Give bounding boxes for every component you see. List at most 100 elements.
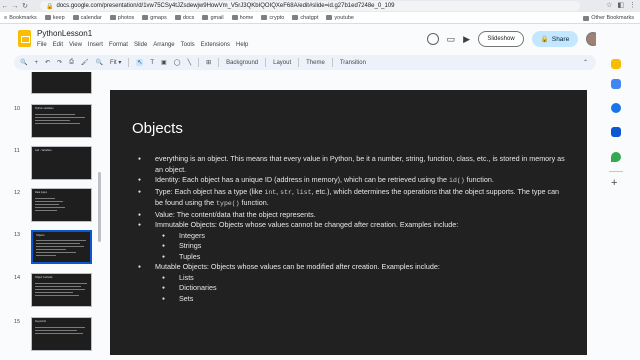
menu-edit[interactable]: Edit: [53, 42, 63, 48]
bookmark-youtube[interactable]: youtube: [326, 15, 354, 21]
select-icon[interactable]: ↖: [136, 59, 144, 66]
slide-thumbnail[interactable]: Data types: [31, 188, 92, 222]
bookmark-gmail[interactable]: gmail: [202, 15, 224, 21]
menu-icon[interactable]: ⋮: [629, 1, 636, 9]
menu-file[interactable]: File: [37, 42, 47, 48]
slide-thumbnail[interactable]: [31, 72, 92, 94]
tasks-icon[interactable]: [611, 103, 621, 113]
maps-icon[interactable]: [611, 152, 621, 162]
back-icon[interactable]: ←: [0, 3, 10, 10]
collapse-toolbar-icon[interactable]: ⌃: [583, 59, 588, 66]
forward-icon[interactable]: →: [10, 3, 20, 10]
add-addon-icon[interactable]: +: [611, 177, 617, 189]
app-header: PythonLesson1 File Edit View Insert Form…: [0, 25, 600, 55]
comment-add-icon[interactable]: ⊞: [206, 59, 211, 66]
paint-format-icon[interactable]: 🖌: [81, 59, 89, 66]
image-icon[interactable]: ▣: [161, 59, 167, 66]
thumbnail-text-line: [35, 210, 57, 211]
slide-number: 10: [14, 106, 21, 112]
menu-insert[interactable]: Insert: [88, 42, 103, 48]
share-button[interactable]: 🔒 Share: [532, 31, 578, 47]
menu-view[interactable]: View: [69, 42, 82, 48]
thumbnail-title: Data types: [35, 191, 47, 194]
bookmark-crypto[interactable]: crypto: [261, 15, 284, 21]
menu-extensions[interactable]: Extensions: [201, 42, 230, 48]
slide-number: 13: [14, 232, 21, 238]
url-field[interactable]: 🔒 docs.google.com/presentation/d/1vw75CS…: [40, 1, 580, 11]
slide-thumbnail-row[interactable]: 15 Keywords: [0, 317, 104, 353]
bookmarks-menu[interactable]: ≡ Bookmarks: [4, 15, 37, 21]
slide-title[interactable]: Objects: [132, 120, 183, 137]
bookmark-home[interactable]: home: [231, 15, 253, 21]
new-slide-icon[interactable]: +: [34, 60, 38, 66]
toolbar-divider: [218, 58, 220, 67]
side-panel-divider: [609, 171, 623, 172]
slide-thumbnail-row[interactable]: 10 Python variables: [0, 104, 104, 140]
transition-button[interactable]: Transition: [340, 60, 366, 66]
current-slide[interactable]: Objects everything is an object. This me…: [110, 90, 587, 355]
contacts-icon[interactable]: [611, 127, 621, 137]
thumbnail-title: Keywords: [35, 320, 46, 323]
redo-icon[interactable]: ↷: [57, 59, 62, 66]
sub-bullet-tuples: Tuples: [110, 252, 587, 263]
bullet-identity: Identity: Each object has a unique ID (a…: [110, 175, 587, 187]
other-bookmarks[interactable]: Other Bookmarks: [583, 15, 634, 21]
sub-bullet-dictionaries: Dictionaries: [110, 283, 587, 294]
bookmark-docs[interactable]: docs: [174, 15, 194, 21]
slide-thumbnail-row[interactable]: 11 Lab - Variables: [0, 146, 104, 182]
thumbnail-text-line: [35, 327, 85, 328]
menu-tools[interactable]: Tools: [181, 42, 195, 48]
comment-icon[interactable]: ▭: [447, 34, 456, 45]
reload-icon[interactable]: ↻: [20, 2, 30, 10]
thumbnail-text-line: [35, 204, 59, 205]
zoom-select[interactable]: Fit ▾: [110, 59, 121, 66]
background-button[interactable]: Background: [226, 60, 258, 66]
folder-icon: [72, 15, 79, 20]
text-box-icon[interactable]: T: [150, 60, 154, 66]
slide-thumbnail[interactable]: Python variables: [31, 104, 92, 138]
print-icon[interactable]: ⎙: [69, 59, 74, 66]
history-icon[interactable]: [426, 33, 439, 45]
meet-icon[interactable]: ▶: [463, 34, 470, 45]
slide-thumbnail-row[interactable]: [0, 72, 104, 96]
zoom-icon[interactable]: 🔍: [96, 59, 103, 66]
slide-thumbnail[interactable]: Object methods: [31, 273, 92, 307]
star-icon[interactable]: ☆: [606, 1, 612, 9]
thumbnail-text-line: [35, 295, 79, 296]
line-icon[interactable]: ╲: [187, 59, 191, 66]
thumbnail-text-line: [35, 201, 63, 202]
document-title[interactable]: PythonLesson1: [37, 29, 92, 38]
slide-thumbnail[interactable]: Lab - Variables: [31, 146, 92, 180]
slide-thumbnail-selected[interactable]: Objects: [31, 230, 92, 264]
bookmark-chatgpt[interactable]: chatgpt: [292, 15, 318, 21]
theme-button[interactable]: Theme: [306, 60, 325, 66]
filmstrip-scrollbar[interactable]: [98, 172, 101, 242]
slide-thumbnail-row[interactable]: 14 Object methods: [0, 273, 104, 309]
undo-icon[interactable]: ↶: [45, 59, 50, 66]
slide-body[interactable]: everything is an object. This means that…: [110, 154, 587, 304]
bookmark-photos[interactable]: photos: [109, 15, 134, 21]
bullet-mutable: Mutable Objects: Objects whose values ca…: [110, 262, 587, 273]
slides-logo-icon[interactable]: [18, 30, 31, 47]
menu-format[interactable]: Format: [109, 42, 128, 48]
thumbnail-text-line: [35, 333, 83, 334]
bookmark-keep[interactable]: keep: [44, 15, 65, 21]
menu-slide[interactable]: Slide: [134, 42, 147, 48]
folder-icon: [202, 15, 209, 20]
slideshow-button[interactable]: Slideshow: [478, 31, 524, 47]
slide-thumbnail[interactable]: Keywords: [31, 317, 92, 351]
slide-thumbnail-row[interactable]: 13 Objects: [0, 230, 104, 266]
layout-button[interactable]: Layout: [273, 60, 291, 66]
search-menus-icon[interactable]: 🔍: [20, 59, 27, 66]
menu-help[interactable]: Help: [236, 42, 248, 48]
shape-icon[interactable]: ◯: [174, 59, 181, 66]
slide-number: 15: [14, 319, 21, 325]
bookmark-calendar[interactable]: calendar: [72, 15, 102, 21]
calendar-icon[interactable]: [611, 79, 621, 89]
extensions-icon[interactable]: ◧: [617, 1, 624, 9]
menu-arrange[interactable]: Arrange: [153, 42, 174, 48]
thumbnail-text-line: [35, 117, 85, 118]
keep-icon[interactable]: [611, 59, 621, 69]
slide-thumbnail-row[interactable]: 12 Data types: [0, 188, 104, 224]
bookmark-gmaps[interactable]: gmaps: [142, 15, 167, 21]
